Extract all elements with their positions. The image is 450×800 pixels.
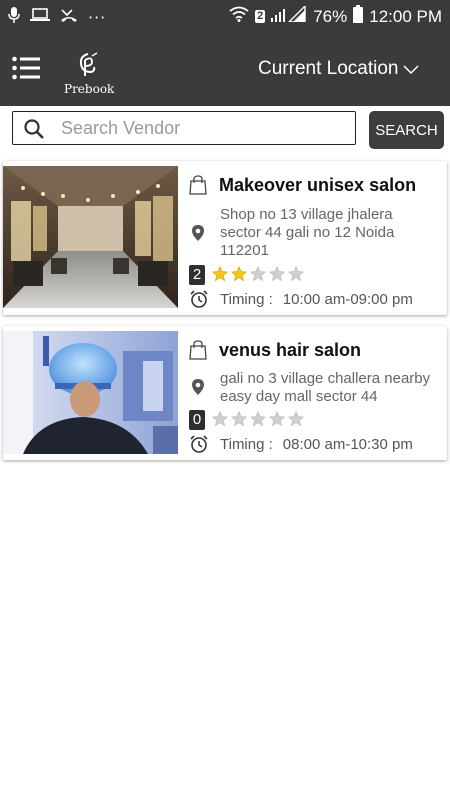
logo-text: Prebook: [64, 82, 115, 96]
star-empty-icon: [231, 411, 247, 427]
chevron-down-icon: [403, 65, 419, 75]
location-pin-icon: [192, 379, 204, 395]
timing-value: 10:00 am-09:00 pm: [282, 291, 413, 308]
vendor-timing: Timing : 10:00 am-09:00 pm: [220, 291, 413, 308]
location-pin-icon: [192, 225, 204, 241]
app-logo: Prebook: [64, 50, 114, 98]
star-empty-icon: [212, 411, 228, 427]
star-empty-icon: [250, 266, 266, 282]
rating-count-badge: 2: [189, 265, 205, 285]
timing-label: Timing :: [220, 436, 273, 453]
alarm-clock-icon: [190, 435, 208, 453]
star-empty-icon: [269, 411, 285, 427]
signal-icon: [271, 4, 307, 27]
vendor-address: gali no 3 village challera nearby easy d…: [220, 370, 431, 405]
vendor-timing: Timing : 08:00 am-10:30 pm: [220, 436, 413, 453]
battery-percent: 76%: [313, 6, 348, 26]
app-bar: Prebook Current Location: [0, 32, 450, 106]
vendor-card[interactable]: Makeover unisex salon Shop no 13 village…: [3, 161, 447, 315]
star-empty-icon: [269, 266, 285, 282]
search-icon: [24, 119, 44, 139]
search-box: [12, 111, 356, 145]
star-empty-icon: [250, 411, 266, 427]
missed-call-icon: [60, 7, 78, 27]
battery-icon: [353, 5, 364, 28]
vendor-image-customer-under-hair-steamer: [3, 331, 178, 454]
shopping-bag-icon: [189, 340, 207, 360]
search-button[interactable]: SEARCH: [369, 111, 444, 149]
vendor-address: Shop no 13 village jhalera sector 44 gal…: [220, 206, 395, 259]
star-empty-icon: [288, 266, 304, 282]
timing-value: 08:00 am-10:30 pm: [282, 436, 413, 453]
vendor-name: Makeover unisex salon: [219, 175, 417, 195]
vendor-name: venus hair salon: [219, 340, 362, 360]
star-empty-icon: [288, 411, 304, 427]
status-bar: ··· 2 76% 12:00 PM: [0, 0, 450, 32]
hamburger-menu-icon: [12, 56, 40, 80]
sim-badge: 2: [255, 10, 266, 23]
rating-count-badge: 0: [189, 410, 205, 430]
timing-label: Timing :: [220, 291, 273, 308]
system-status: 2 76% 12:00 PM: [229, 4, 442, 28]
star-rating: [212, 266, 304, 284]
laptop-icon: [30, 7, 50, 27]
star-rating: [212, 411, 304, 429]
star-filled-icon: [212, 266, 228, 282]
location-label: Current Location: [258, 58, 399, 79]
star-filled-icon: [231, 266, 247, 282]
wifi-icon: [229, 6, 249, 27]
prebook-logo-mark: [79, 52, 98, 76]
notification-icons: ···: [8, 6, 106, 28]
clock: 12:00 PM: [369, 6, 442, 26]
alarm-clock-icon: [190, 290, 208, 308]
microphone-icon: [8, 6, 20, 28]
search-input[interactable]: [61, 114, 351, 142]
vendor-image-salon-interior: [3, 166, 178, 308]
shopping-bag-icon: [189, 175, 207, 195]
menu-button[interactable]: [12, 55, 40, 81]
vendor-card[interactable]: venus hair salon gali no 3 village chall…: [3, 326, 447, 460]
more-notifications-icon: ···: [88, 7, 107, 27]
current-location-dropdown[interactable]: Current Location: [258, 56, 420, 82]
